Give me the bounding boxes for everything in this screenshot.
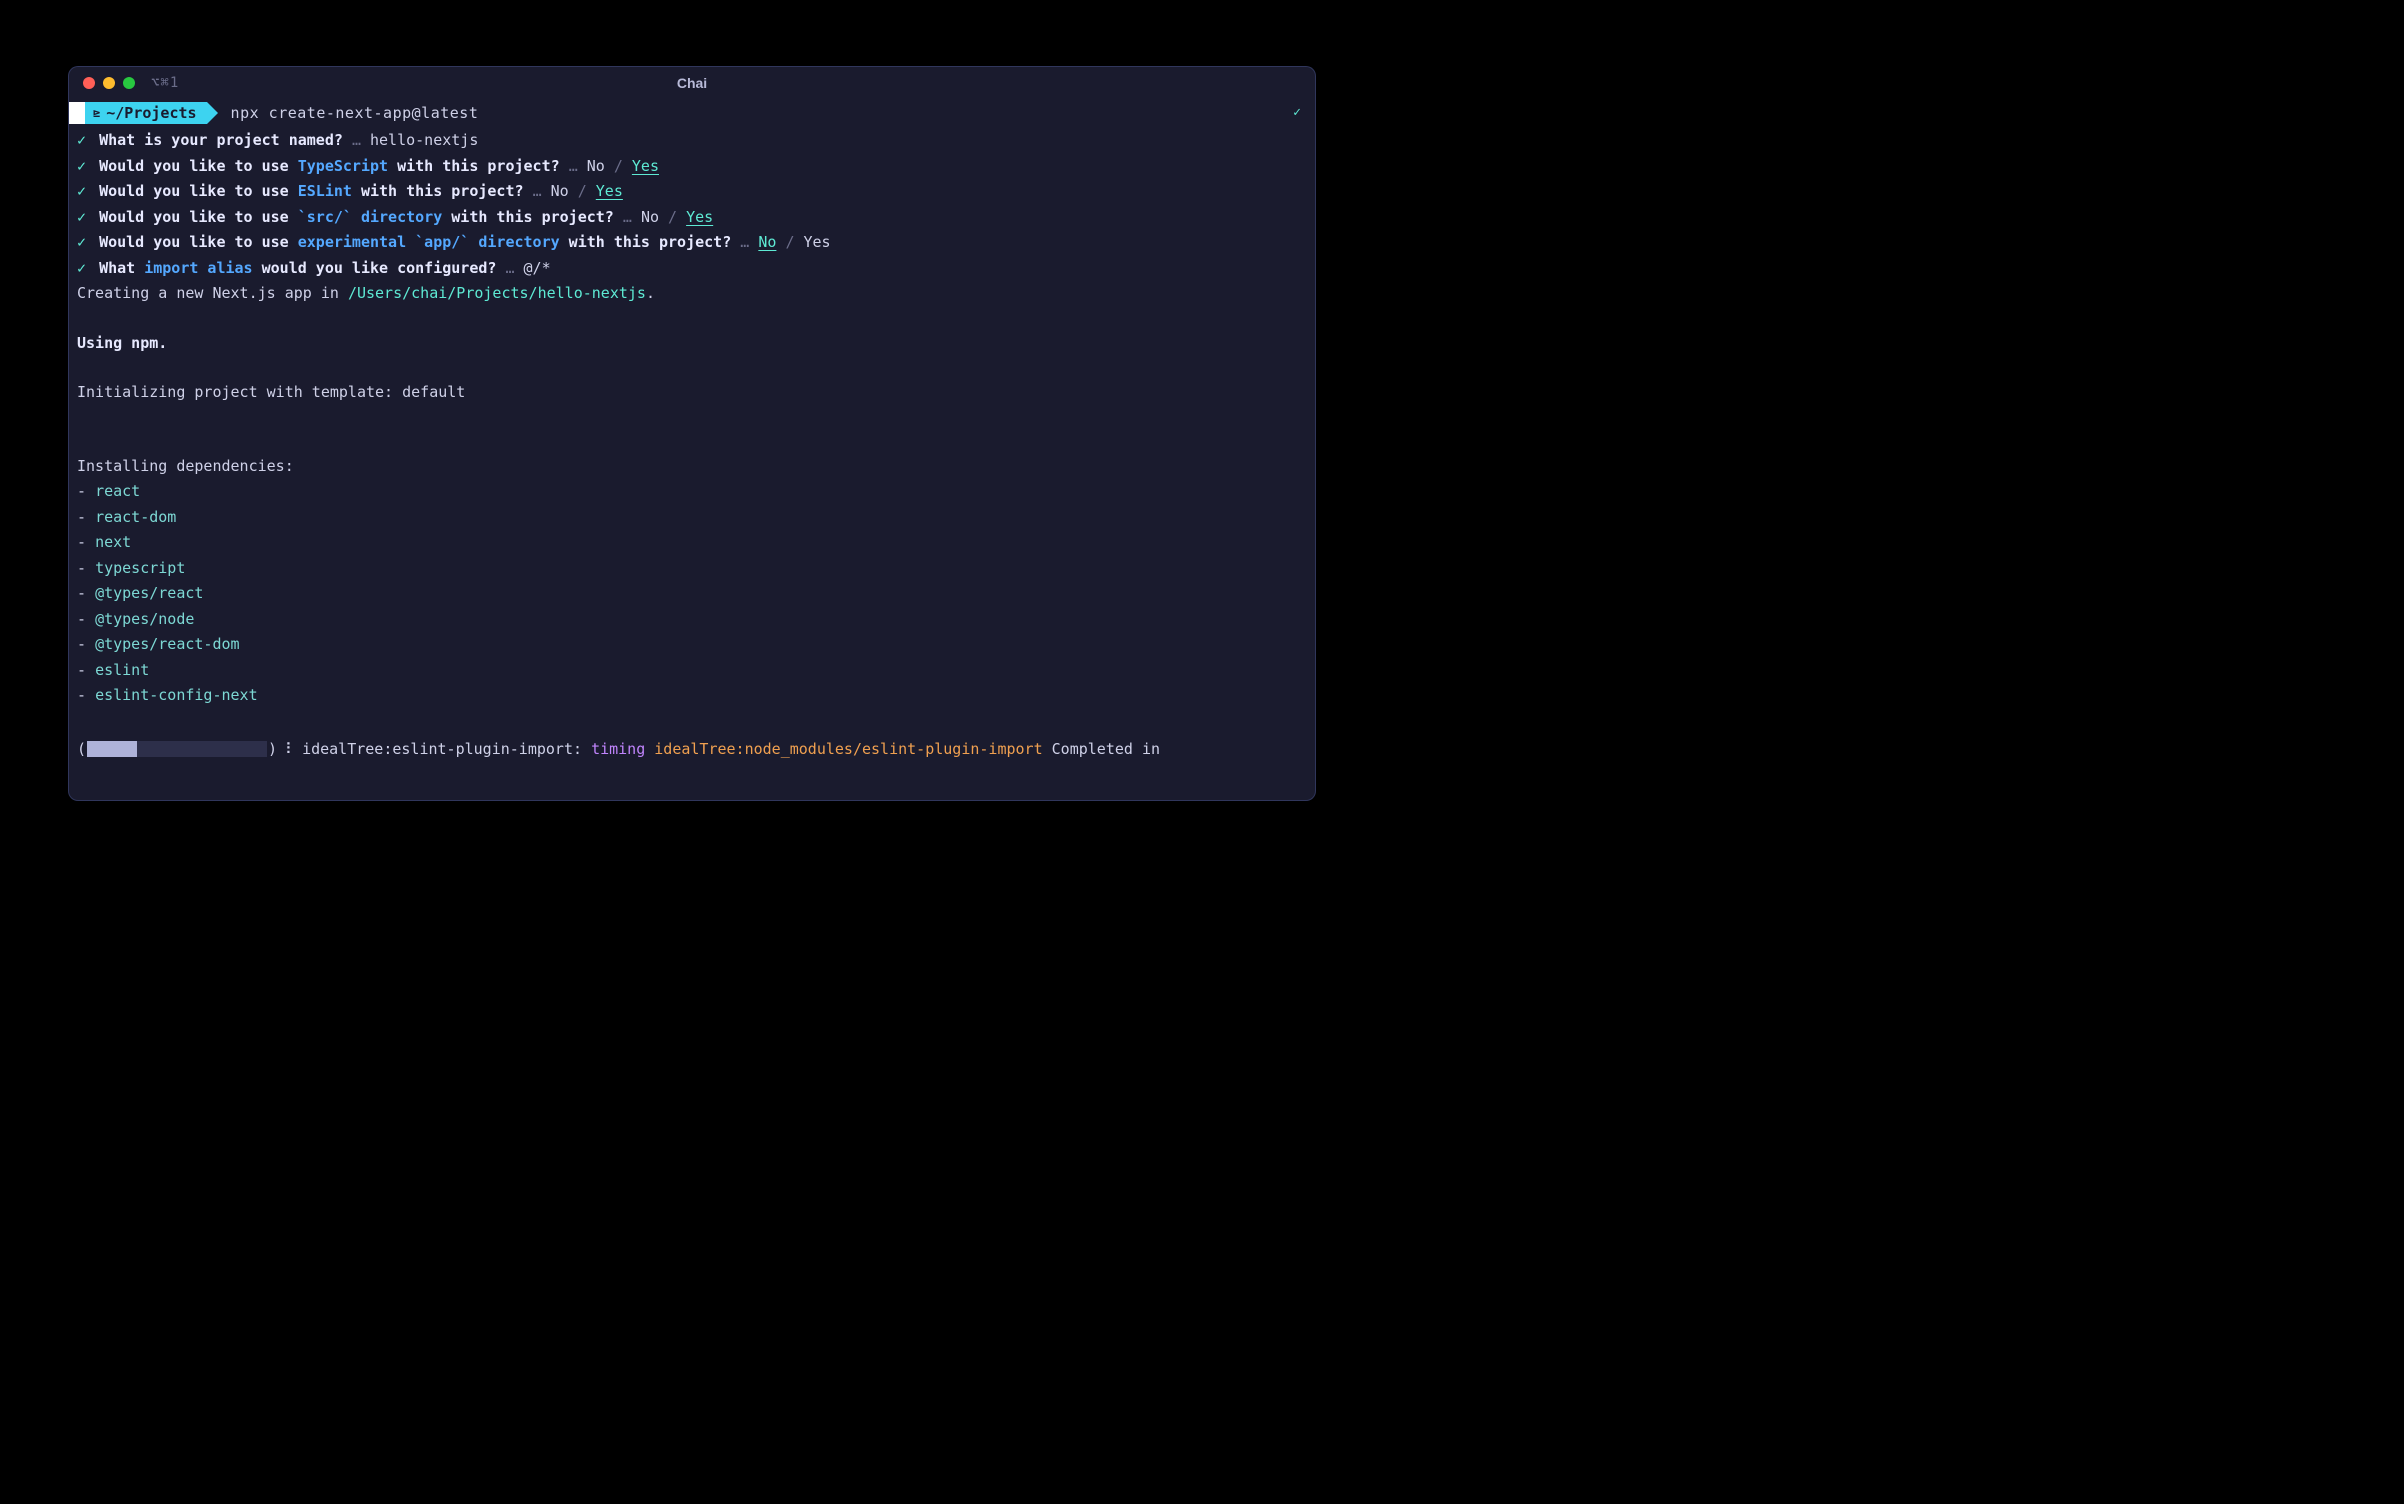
creating-line: Creating a new Next.js app in /Users/cha…	[69, 281, 1315, 307]
dependency-item: - next	[69, 530, 1315, 556]
dependency-item: - react-dom	[69, 505, 1315, 531]
dependency-item: - eslint-config-next	[69, 683, 1315, 709]
check-icon: ✓	[77, 233, 86, 251]
check-icon: ✓	[77, 182, 86, 200]
prompt-qa-line: ✓ Would you like to use experimental `ap…	[69, 230, 1315, 256]
prompt-qa-line: ✓ What import alias would you like confi…	[69, 256, 1315, 282]
progress-tree-label: idealTree:eslint-plugin-import:	[302, 737, 582, 763]
path-badge: ⊵ ~/Projects	[85, 102, 207, 124]
prompt-qa-line: ✓ Would you like to use `src/` directory…	[69, 205, 1315, 231]
window-title: Chai	[677, 75, 707, 91]
progress-path: idealTree:node_modules/eslint-plugin-imp…	[654, 737, 1042, 763]
check-icon: ✓	[77, 157, 86, 175]
dependency-item: - react	[69, 479, 1315, 505]
check-icon: ✓	[77, 208, 86, 226]
apple-icon	[69, 102, 85, 124]
prompt-line: ⊵ ~/Projects npx create-next-app@latest …	[69, 101, 1315, 127]
tab-shortcut-label: ⌥⌘1	[151, 75, 179, 91]
init-template-line: Initializing project with template: defa…	[69, 380, 1315, 406]
npm-progress-line: () ⠇ idealTree:eslint-plugin-import: tim…	[69, 737, 1315, 763]
terminal-body[interactable]: ⊵ ~/Projects npx create-next-app@latest …	[69, 99, 1315, 800]
dependency-item: - @types/node	[69, 607, 1315, 633]
command-text: npx create-next-app@latest	[231, 101, 479, 127]
close-button[interactable]	[83, 77, 95, 89]
progress-completed-text: Completed in	[1052, 737, 1160, 763]
minimize-button[interactable]	[103, 77, 115, 89]
success-check-icon: ✓	[1293, 102, 1301, 124]
terminal-window: ⌥⌘1 Chai ⊵ ~/Projects npx create-next-ap…	[68, 66, 1316, 801]
dependency-item: - typescript	[69, 556, 1315, 582]
title-bar: ⌥⌘1 Chai	[69, 67, 1315, 99]
progress-bar: ()	[77, 737, 277, 763]
check-icon: ✓	[77, 131, 86, 149]
using-npm-line: Using npm.	[69, 331, 1315, 357]
prompt-qa-line: ✓ What is your project named? … hello-ne…	[69, 128, 1315, 154]
spinner-icon: ⠇	[285, 737, 296, 763]
dependency-item: - @types/react	[69, 581, 1315, 607]
traffic-lights	[83, 77, 135, 89]
dependency-item: - eslint	[69, 658, 1315, 684]
prompt-qa-line: ✓ Would you like to use TypeScript with …	[69, 154, 1315, 180]
progress-timing-label: timing	[591, 737, 645, 763]
installing-deps-line: Installing dependencies:	[69, 454, 1315, 480]
folder-icon: ⊵	[93, 103, 100, 123]
maximize-button[interactable]	[123, 77, 135, 89]
prompt-qa-line: ✓ Would you like to use ESLint with this…	[69, 179, 1315, 205]
cwd-path: ~/Projects	[106, 101, 196, 127]
dependency-item: - @types/react-dom	[69, 632, 1315, 658]
check-icon: ✓	[77, 259, 86, 277]
